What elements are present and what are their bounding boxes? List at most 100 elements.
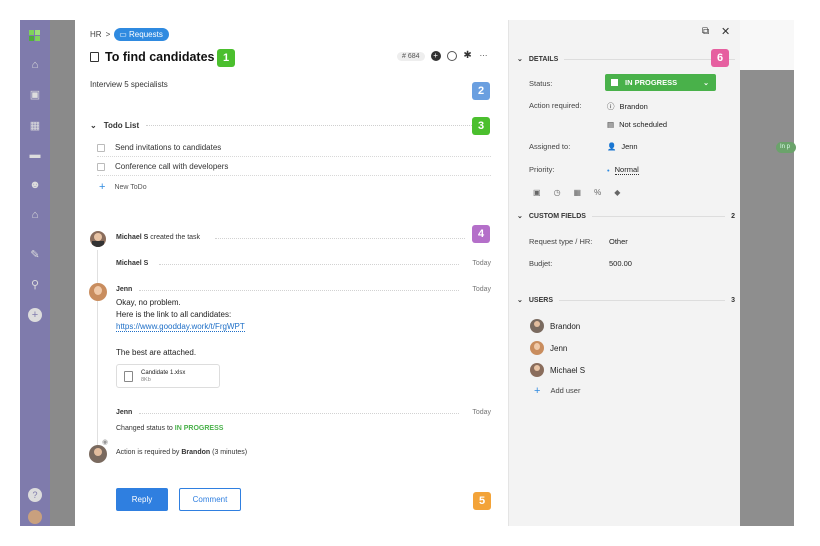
help-icon[interactable]: ? (28, 488, 42, 502)
marker-5: 5 (473, 492, 491, 510)
marker-2: 2 (472, 82, 490, 100)
priority-dot-icon: • (607, 165, 610, 175)
grid-icon[interactable]: ▦ (28, 119, 42, 133)
activity-divider (159, 264, 459, 265)
activity-created: Michael S created the task (116, 234, 201, 241)
comment-line: Okay, no problem. (116, 298, 181, 307)
comment-date: Today (472, 260, 491, 267)
app-logo[interactable] (29, 30, 41, 42)
calendar-end-icon[interactable]: ▦ (574, 188, 582, 197)
marker-6: 6 (711, 49, 729, 67)
reply-button[interactable]: Reply (116, 488, 168, 511)
todo-checkbox[interactable] (97, 162, 105, 171)
status-dropdown[interactable]: IN PROGRESS ⌄ (605, 74, 716, 91)
comment-link[interactable]: https://www.goodday.work/t/FrgWPT (116, 321, 245, 333)
avatar-jenn (530, 341, 544, 355)
action-required-user[interactable]: ⓘ Brandon (607, 101, 648, 112)
avatar-jenn (89, 283, 107, 301)
todo-checkbox[interactable] (97, 143, 105, 152)
clock-icon[interactable] (446, 51, 457, 61)
comment-date: Today (472, 409, 491, 416)
gear-icon[interactable]: ✱ (463, 51, 473, 61)
breadcrumb-parent[interactable]: HR (90, 30, 102, 39)
bank-icon[interactable]: ⌂ (28, 208, 42, 222)
folder-icon: ▭ (119, 30, 130, 39)
more-icon[interactable]: ⋯ (479, 51, 489, 61)
avatar[interactable] (28, 510, 42, 524)
page-title: To find candidates (90, 50, 215, 64)
todo-item-label[interactable]: Send invitations to candidates (115, 143, 221, 152)
file-icon (124, 370, 133, 382)
priority-label: Priority: (529, 165, 555, 174)
custom-field-value[interactable]: 500.00 (609, 259, 632, 268)
home-icon[interactable]: ⌂ (28, 58, 42, 72)
user-name[interactable]: Jenn (550, 344, 567, 353)
popout-icon[interactable]: ⧉ (702, 26, 709, 37)
chevron-down-icon: ⌄ (517, 297, 523, 304)
marker-4: 4 (472, 225, 490, 243)
breadcrumb-separator: > (105, 30, 111, 39)
chevron-down-icon: ⌄ (703, 79, 709, 87)
timeline-line (97, 250, 98, 450)
avatar-michael (90, 231, 106, 247)
custom-field-label: Request type / HR: (529, 237, 593, 246)
comment-button[interactable]: Comment (179, 488, 241, 511)
plus-icon: + (99, 181, 106, 193)
task-description[interactable]: Interview 5 specialists (90, 80, 168, 89)
breadcrumb-current[interactable]: ▭ Requests (114, 28, 169, 41)
custom-fields-section-header[interactable]: ⌄ CUSTOM FIELDS 2 (517, 212, 735, 221)
people-icon[interactable]: ☻ (28, 178, 42, 192)
close-icon[interactable]: ✕ (721, 25, 730, 38)
avatar-michael (530, 363, 544, 377)
avatar-brandon (530, 319, 544, 333)
app-rail: ⌂ ▣ ▦ ▬ ☻ ⌂ ✎ ⚲ + ? (20, 20, 50, 526)
file-attachment[interactable]: Candidate 1.xlsx 8Kb (116, 364, 220, 388)
new-todo-button[interactable]: + New ToDo (99, 181, 147, 193)
add-icon[interactable]: + (28, 308, 42, 322)
task-icon (90, 52, 99, 62)
custom-field-value[interactable]: Other (609, 237, 628, 246)
clock-icon[interactable]: ◷ (554, 188, 561, 197)
status-change: Changed status to IN PROGRESS (116, 425, 224, 432)
comment-line: Here is the link to all candidates: (116, 310, 232, 319)
breadcrumb: HR > ▭ Requests (90, 28, 169, 41)
user-icon: 👤 (607, 142, 617, 151)
tag-icon[interactable]: ◆ (614, 188, 620, 197)
avatar-brandon (89, 445, 107, 463)
task-title[interactable]: To find candidates (105, 50, 215, 64)
priority-value[interactable]: • Normal (607, 165, 639, 175)
briefcase-icon[interactable]: ▣ (28, 88, 42, 102)
chevron-down-icon[interactable]: ⌄ (90, 121, 97, 130)
activity-user[interactable]: Michael S (116, 234, 148, 241)
plus-icon: + (534, 384, 541, 397)
status-label: Status: (529, 79, 553, 88)
action-date[interactable]: ▤ Not scheduled (607, 120, 667, 129)
calendar-start-icon[interactable]: ▣ (533, 188, 541, 197)
todo-item[interactable]: Send invitations to candidates (97, 139, 491, 157)
assigned-user[interactable]: 👤 Jenn (607, 142, 638, 151)
details-section-header[interactable]: ⌄ DETAILS (517, 55, 735, 63)
details-side-panel: ⧉ ✕ ⌄ DETAILS 6 Status: IN PROGRESS ⌄ Ac… (508, 20, 740, 526)
user-name[interactable]: Brandon (550, 322, 580, 331)
task-toolbar: # 684 + ✱ ⋯ (397, 51, 489, 61)
search-icon[interactable]: ⚲ (28, 278, 42, 292)
calendar-icon: ▤ (607, 120, 615, 129)
task-id-badge: # 684 (397, 51, 425, 61)
wand-icon[interactable]: ✎ (28, 248, 42, 262)
add-user-button[interactable]: + Add user (534, 384, 580, 397)
todo-item[interactable]: Conference call with developers (97, 158, 491, 176)
users-section-header[interactable]: ⌄ USERS 3 (517, 296, 735, 305)
detail-icon-bar: ▣ ◷ ▦ % ◆ (533, 188, 620, 197)
add-circle-icon[interactable]: + (430, 51, 441, 61)
comment-author[interactable]: Michael S (116, 260, 148, 267)
comment-author[interactable]: Jenn (116, 409, 132, 416)
chat-icon[interactable]: ▬ (28, 148, 42, 162)
assigned-label: Assigned to: (529, 142, 571, 151)
percent-icon[interactable]: % (594, 188, 601, 197)
comment-author[interactable]: Jenn (116, 286, 132, 293)
status-square-icon (611, 79, 618, 86)
chevron-down-icon: ⌄ (517, 213, 523, 220)
background-dimmed-list (50, 20, 75, 526)
user-name[interactable]: Michael S (550, 366, 585, 375)
todo-item-label[interactable]: Conference call with developers (115, 162, 228, 171)
